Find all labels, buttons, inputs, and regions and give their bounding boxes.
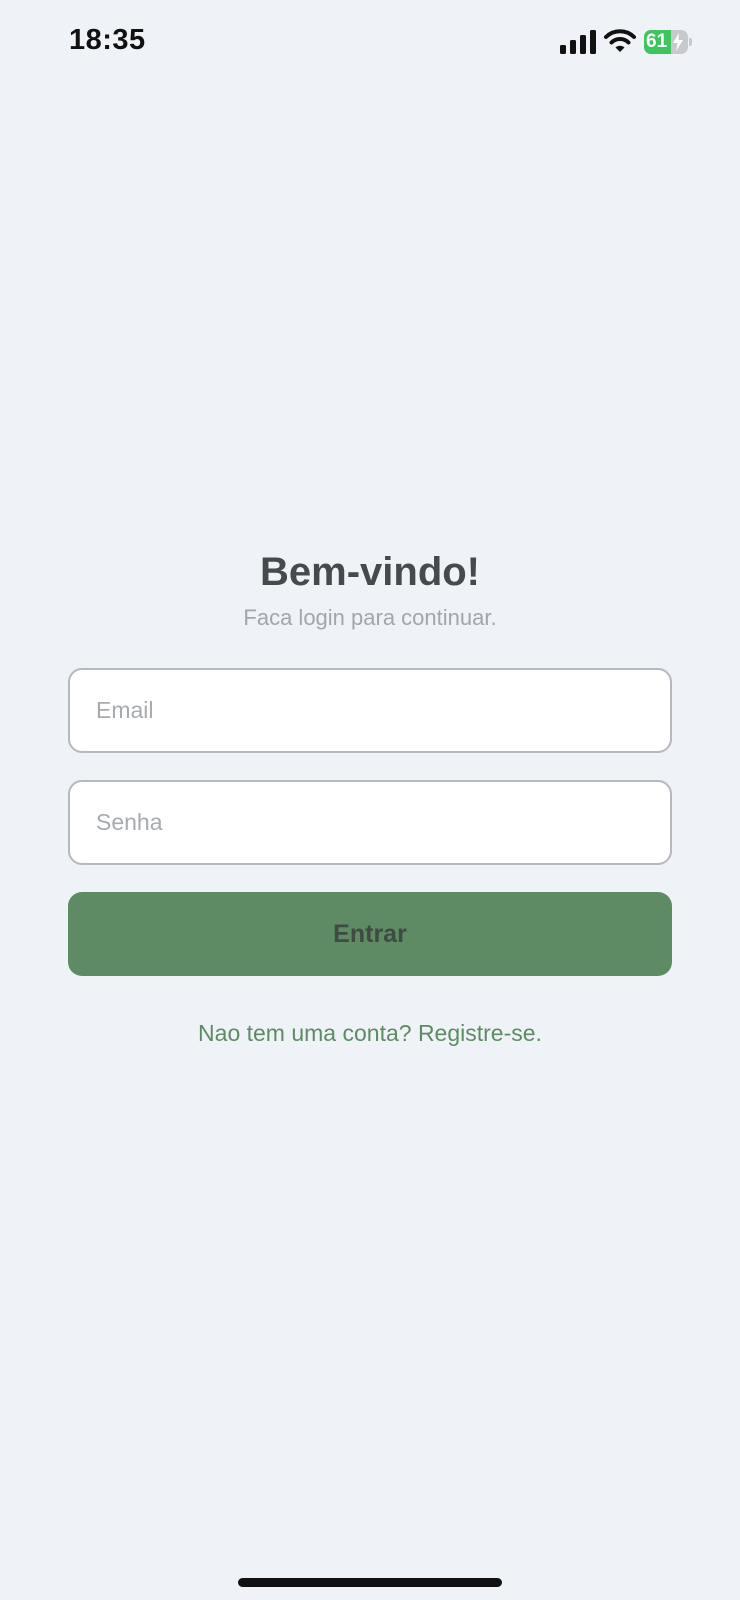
- login-button[interactable]: Entrar: [68, 892, 672, 976]
- battery-cap: [689, 38, 692, 46]
- status-time: 18:35: [69, 24, 146, 56]
- lightning-bolt-icon: [673, 33, 683, 51]
- wifi-icon: [604, 29, 636, 52]
- login-title: Bem-vindo!: [260, 550, 480, 594]
- battery-body: 61: [644, 30, 688, 54]
- battery-indicator: 61: [644, 30, 692, 54]
- password-input[interactable]: [68, 780, 672, 865]
- status-bar: 18:35 61: [0, 0, 740, 84]
- register-link[interactable]: Nao tem uma conta? Registre-se.: [0, 1020, 740, 1047]
- cellular-signal-icon: [560, 30, 596, 54]
- login-subtitle: Faca login para continuar.: [243, 605, 497, 630]
- battery-level: 61: [646, 31, 668, 52]
- home-indicator[interactable]: [238, 1578, 502, 1587]
- email-input[interactable]: [68, 668, 672, 753]
